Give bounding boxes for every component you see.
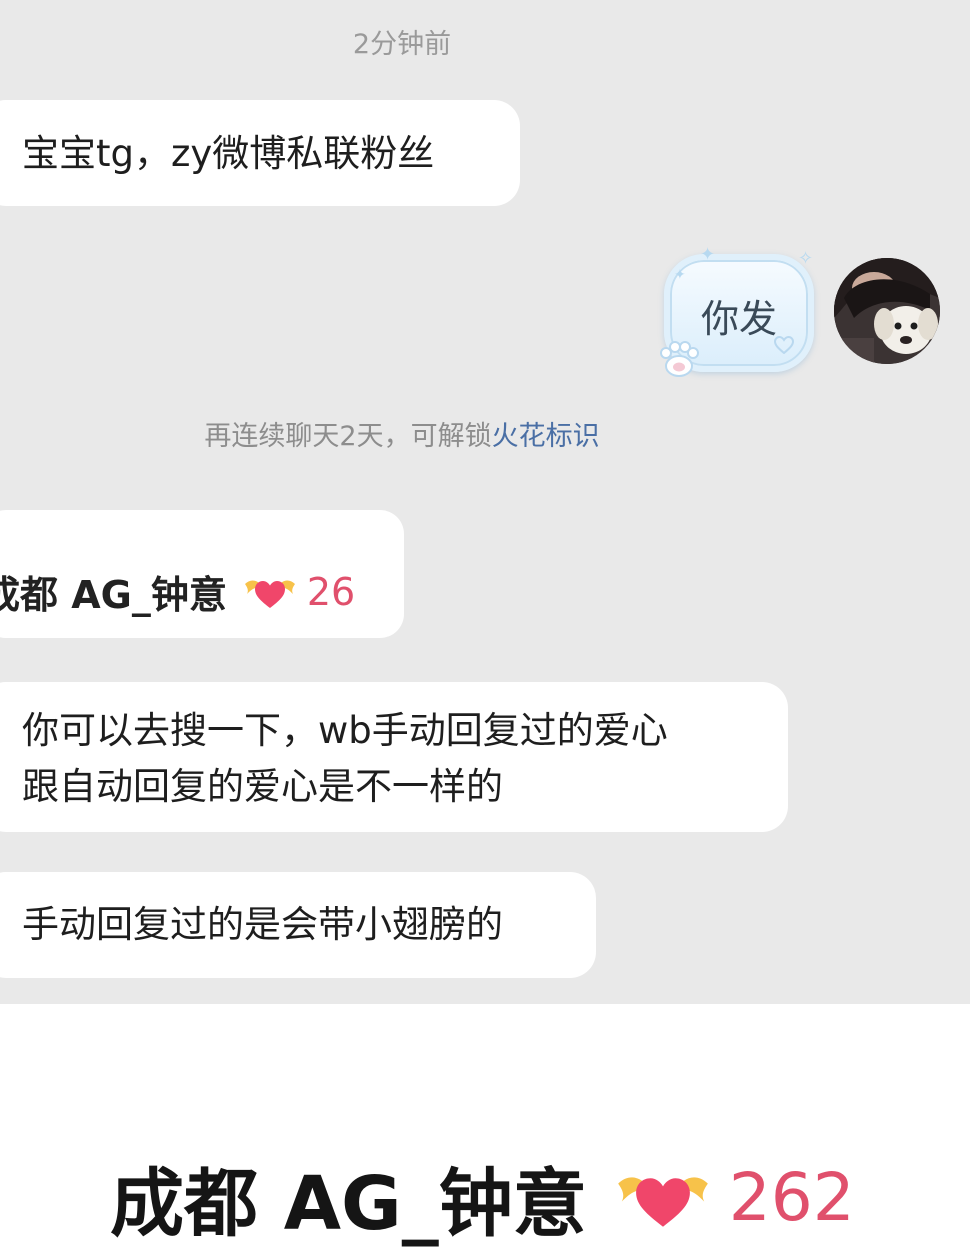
username-line: 成都 AG_钟意 26	[0, 564, 355, 619]
spark-badge-link[interactable]: 火花标识	[492, 421, 600, 452]
zoomed-username-label: 成都 AG_钟意	[110, 1161, 587, 1247]
zoomed-username-line: 成都 AG_钟意 262	[110, 1144, 855, 1251]
sparkle-icon: ✦	[700, 244, 716, 265]
zoomed-name-panel: 成都 AG_钟意 262	[0, 1004, 970, 1252]
system-notice: 再连续聊天2天，可解锁火花标识	[0, 414, 804, 453]
chat-area: 2分钟前 宝宝tg，zy微博私联粉丝 ✦ ✧ ✦ 你发 再连续聊天2天，可解锁火…	[0, 0, 970, 1004]
outgoing-message-bubble[interactable]: ✦ ✧ ✦ 你发	[660, 246, 814, 377]
sparkle-icon: ✧	[798, 248, 814, 269]
incoming-message-bubble[interactable]: 宝宝tg，zy微博私联粉丝	[0, 100, 520, 206]
incoming-message-bubble[interactable]: 手动回复过的是会带小翅膀的	[0, 872, 596, 978]
message-timestamp: 2分钟前	[352, 29, 452, 60]
user-avatar[interactable]	[834, 258, 940, 364]
heart-icon	[774, 336, 794, 354]
incoming-message-bubble[interactable]: 你可以去搜一下，wb手动回复过的爱心 跟自动回复的爱心是不一样的	[0, 682, 788, 832]
message-line: 你可以去搜一下，wb手动回复过的爱心	[22, 709, 668, 752]
sparkle-icon: ✦	[674, 267, 686, 283]
avatar-photo	[834, 258, 940, 364]
outgoing-message-text: 你发	[700, 297, 777, 341]
username-label: 成都 AG_钟意	[0, 573, 227, 617]
message-line: 跟自动回复的爱心是不一样的	[22, 765, 503, 808]
quoted-image-card[interactable]: 成都 AG_钟意 26	[0, 510, 404, 638]
winged-heart-icon	[244, 580, 295, 608]
paw-icon	[660, 341, 699, 377]
system-notice-text: 再连续聊天2天，可解锁	[204, 421, 492, 452]
intimacy-level: 26	[306, 569, 356, 614]
winged-heart-icon	[617, 1176, 708, 1227]
zoomed-intimacy-level: 262	[728, 1159, 855, 1236]
